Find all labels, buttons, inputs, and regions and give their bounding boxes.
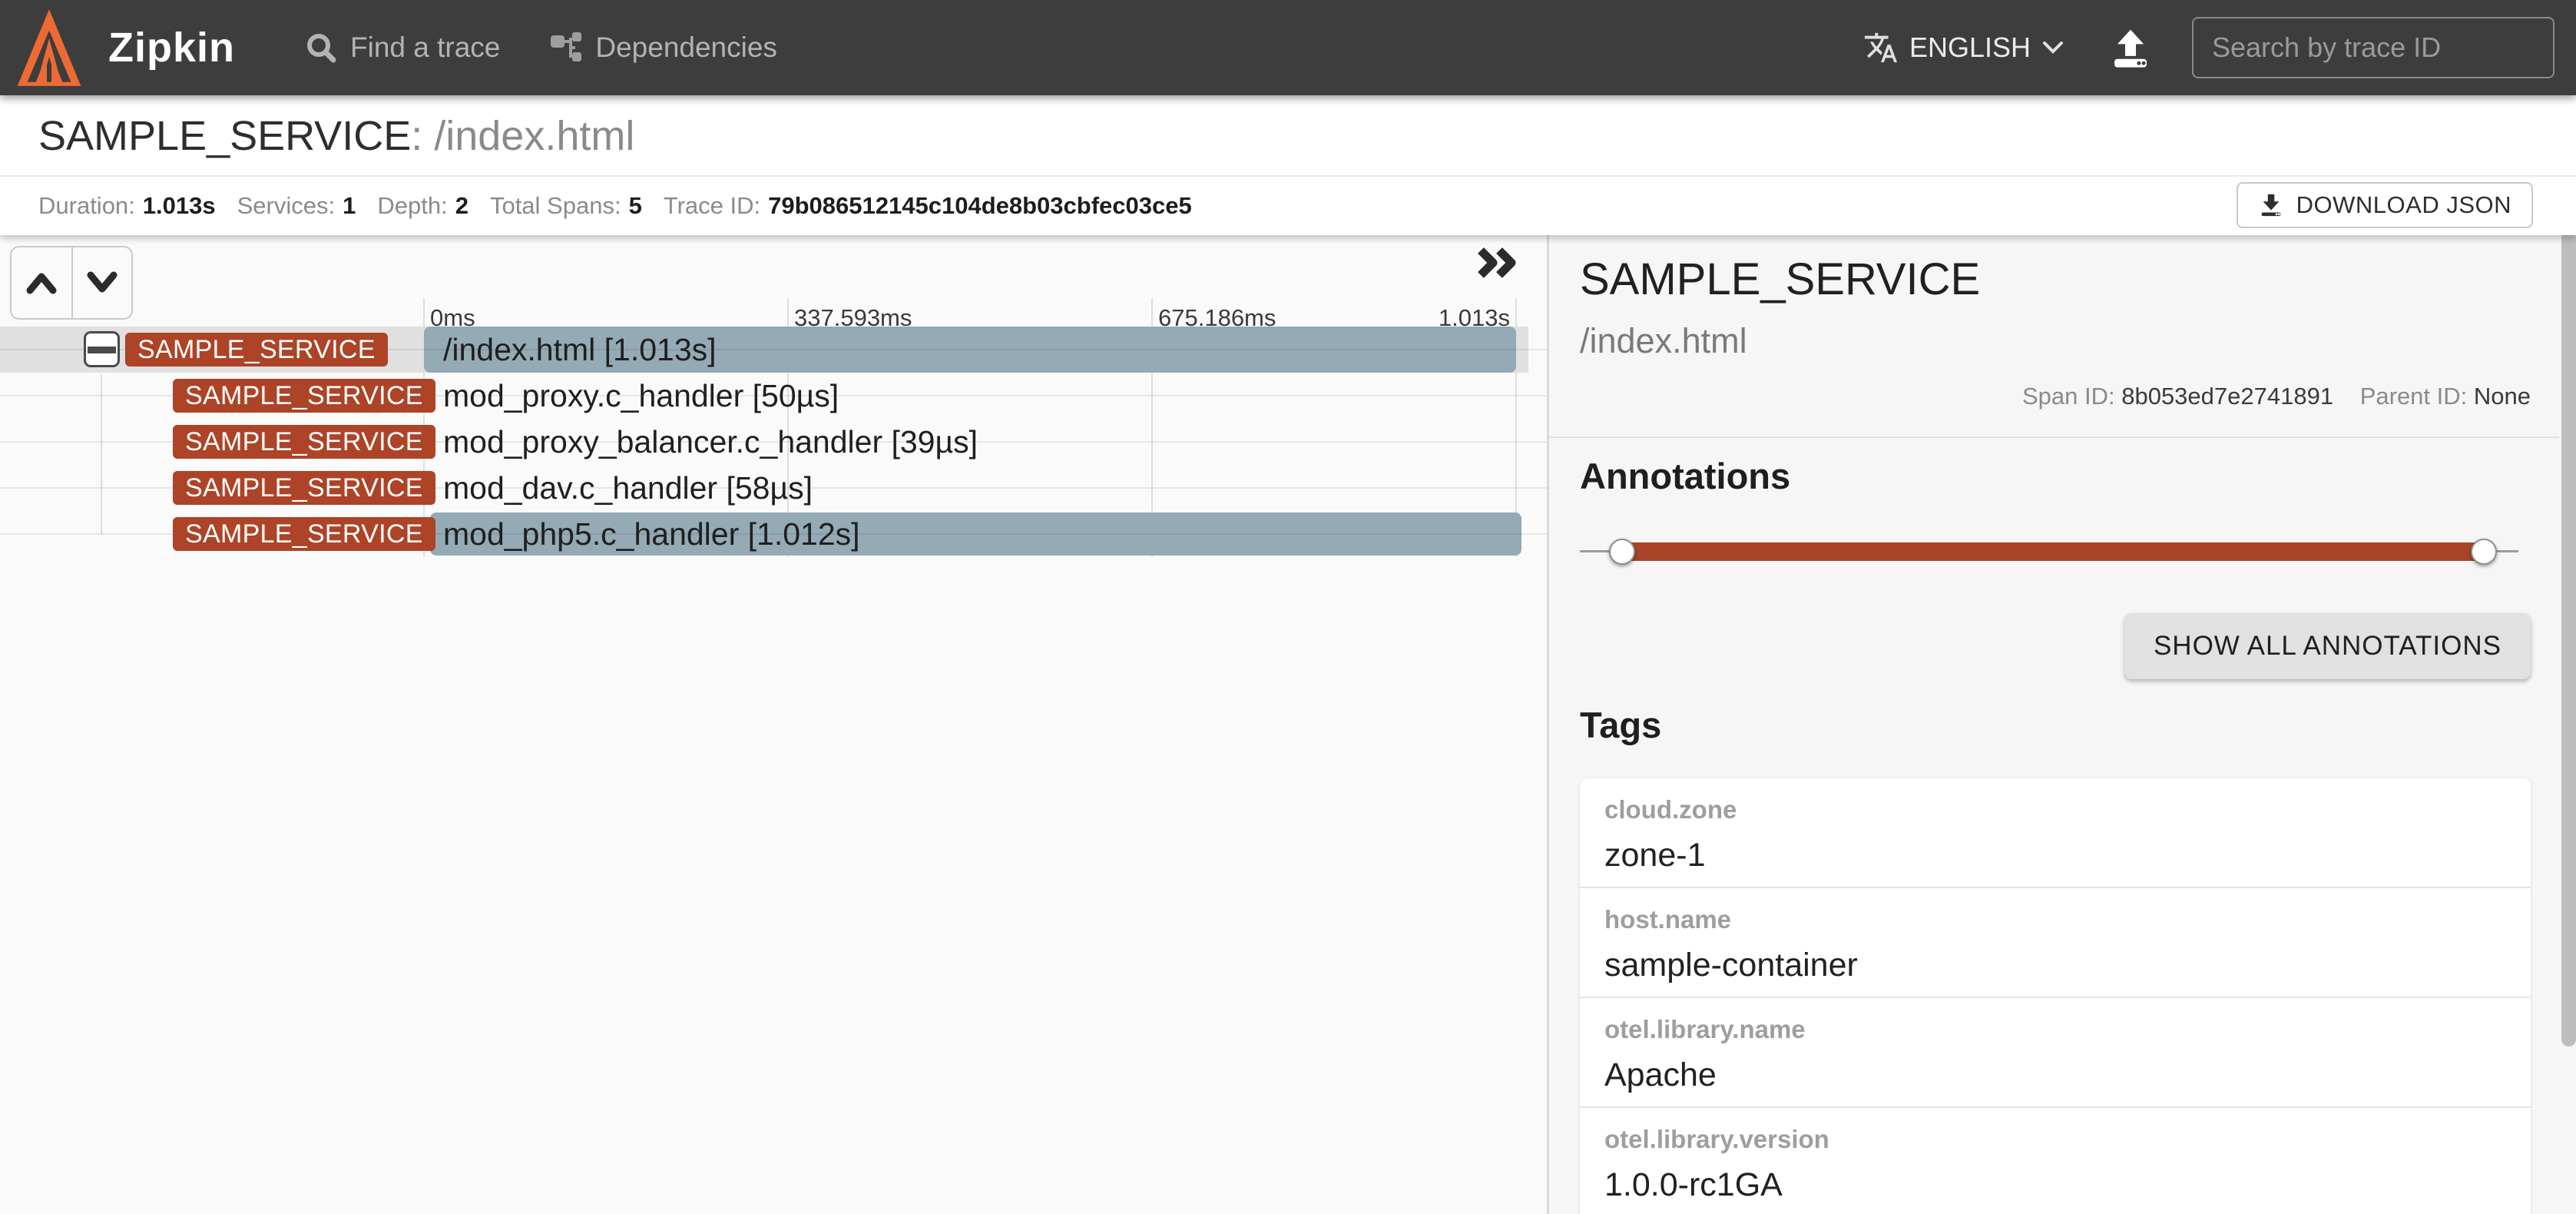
trace-stat: Total Spans: 5 [490, 192, 642, 220]
service-badge[interactable]: SAMPLE_SERVICE [173, 379, 435, 413]
tag-row: cloud.zone zone-1 [1580, 778, 2531, 888]
trace-stat: Duration: 1.013s [38, 192, 216, 220]
translate-icon [1863, 30, 1899, 65]
collapse-children-icon[interactable] [84, 331, 120, 367]
scrollbar-thumb[interactable] [2561, 231, 2576, 1046]
span-id-label: Span ID: [2022, 383, 2115, 410]
trace-title-separator: : [411, 113, 434, 159]
annotations-heading: Annotations [1580, 455, 1790, 497]
tag-key: otel.library.name [1604, 1015, 2531, 1044]
trace-stats-bar: Duration: 1.013s Services: 1 Depth: 2 Total… [0, 177, 2576, 235]
upload-icon [2109, 26, 2152, 69]
language-selector[interactable]: ENGLISH [1863, 30, 2064, 65]
stat-value: 2 [455, 192, 469, 219]
trace-title-service: SAMPLE_SERVICE [38, 113, 411, 159]
tag-row: otel.library.version 1.0.0-rc1GA [1580, 1108, 2531, 1214]
nav-find-a-trace-label: Find a trace [350, 32, 500, 64]
slider-handle-left[interactable] [1609, 539, 1635, 565]
show-all-annotations-button[interactable]: SHOW ALL ANNOTATIONS [2124, 613, 2531, 679]
span-row[interactable]: SAMPLE_SERVICEmod_php5.c_handler [1.012s… [0, 511, 1547, 557]
service-badge[interactable]: SAMPLE_SERVICE [125, 333, 388, 367]
trace-stat: Trace ID: 79b086512145c104de8b03cbfec03ce… [664, 192, 1192, 220]
download-json-label: DOWNLOAD JSON [2296, 191, 2511, 219]
trace-timeline-panel: 0ms337.593ms675.186ms1.013s SAMPLE_SERVI… [0, 231, 1547, 1214]
slider-handle-right[interactable] [2471, 539, 2497, 565]
zipkin-logo-icon [16, 8, 82, 88]
double-chevron-right-icon [1476, 247, 1519, 278]
detail-endpoint: /index.html [1580, 321, 1747, 361]
chevron-down-icon [2041, 40, 2064, 55]
stat-label: Trace ID: [664, 192, 760, 219]
trace-stat: Depth: 2 [377, 192, 469, 220]
stat-label: Depth: [377, 192, 447, 219]
span-label: mod_proxy_balancer.c_handler [39µs] [443, 424, 978, 460]
span-detail-panel: SAMPLE_SERVICE /index.html Span ID: 8b05… [1549, 231, 2576, 1214]
detail-service-name: SAMPLE_SERVICE [1580, 254, 1980, 305]
parent-id-label: Parent ID: [2360, 383, 2468, 410]
span-navigation-buttons [10, 246, 133, 320]
main-nav: Find a trace Dependencies [304, 31, 777, 65]
parent-id-value: None [2474, 383, 2531, 410]
nav-find-a-trace[interactable]: Find a trace [304, 31, 500, 65]
next-span-button[interactable] [71, 247, 131, 318]
span-label: mod_proxy.c_handler [50µs] [443, 378, 839, 414]
slider-selected-range [1622, 542, 2484, 561]
download-icon [2258, 192, 2284, 218]
annotations-range-slider [1580, 534, 2518, 569]
collapse-minus-bar [88, 347, 116, 353]
trace-title-endpoint: /index.html [434, 113, 634, 159]
span-id-line: Span ID: 8b053ed7e2741891 Parent ID: Non… [2022, 383, 2531, 410]
nav-dependencies[interactable]: Dependencies [549, 31, 777, 65]
stat-value: 1.013s [143, 192, 216, 219]
nav-dependencies-label: Dependencies [595, 32, 777, 64]
page-title: SAMPLE_SERVICE: /index.html [0, 95, 2576, 175]
language-label: ENGLISH [1909, 32, 2031, 64]
tag-value: Apache [1604, 1056, 2531, 1094]
detail-divider [1549, 436, 2576, 438]
upload-trace-button[interactable] [2109, 26, 2152, 69]
stat-value: 5 [629, 192, 642, 219]
tag-row: host.name sample-container [1580, 888, 2531, 998]
span-row[interactable]: SAMPLE_SERVICEmod_dav.c_handler [58µs] [0, 465, 1547, 511]
service-badge[interactable]: SAMPLE_SERVICE [173, 425, 435, 459]
trace-header: SAMPLE_SERVICE: /index.html Duration: 1.0… [0, 95, 2576, 235]
search-icon [304, 31, 338, 65]
dependencies-icon [549, 31, 583, 65]
stat-label: Services: [237, 192, 335, 219]
tags-heading: Tags [1580, 704, 1661, 746]
span-label: mod_php5.c_handler [1.012s] [443, 516, 860, 552]
span-row[interactable]: SAMPLE_SERVICEmod_proxy.c_handler [50µs] [0, 373, 1547, 419]
tag-value: zone-1 [1604, 837, 2531, 874]
span-label: /index.html [1.013s] [443, 332, 717, 368]
service-badge[interactable]: SAMPLE_SERVICE [173, 471, 435, 505]
tag-row: otel.library.name Apache [1580, 998, 2531, 1108]
topbar-right: ENGLISH [1863, 17, 2554, 78]
trace-stat: Services: 1 [237, 192, 356, 220]
topbar: Zipkin Find a trace Dependencies ENGLISH [0, 0, 2576, 95]
brand-title: Zipkin [108, 24, 235, 71]
stat-label: Duration: [38, 192, 135, 219]
span-row[interactable]: SAMPLE_SERVICE/index.html [1.013s] [0, 327, 1547, 373]
span-id-value: 8b053ed7e2741891 [2121, 383, 2333, 410]
stat-value: 79b086512145c104de8b03cbfec03ce5 [768, 192, 1192, 219]
previous-span-button[interactable] [12, 247, 71, 318]
service-badge[interactable]: SAMPLE_SERVICE [173, 517, 435, 551]
span-label: mod_dav.c_handler [58µs] [443, 470, 813, 506]
trace-id-search-input[interactable] [2192, 17, 2554, 78]
chevron-up-icon [24, 270, 59, 295]
stat-value: 1 [343, 192, 356, 219]
collapse-detail-button[interactable] [1476, 247, 1519, 282]
chevron-down-icon [84, 270, 120, 295]
detail-scrollbar [2559, 231, 2576, 1214]
tags-card: cloud.zone zone-1 host.name sample-conta… [1580, 778, 2531, 1214]
tag-key: host.name [1604, 905, 2531, 934]
tag-key: cloud.zone [1604, 795, 2531, 824]
tag-value: sample-container [1604, 947, 2531, 984]
download-json-button[interactable]: DOWNLOAD JSON [2237, 182, 2533, 228]
span-row[interactable]: SAMPLE_SERVICEmod_proxy_balancer.c_handl… [0, 419, 1547, 465]
main-content: 0ms337.593ms675.186ms1.013s SAMPLE_SERVI… [0, 231, 2576, 1214]
tag-key: otel.library.version [1604, 1125, 2531, 1154]
stat-label: Total Spans: [490, 192, 621, 219]
tag-value: 1.0.0-rc1GA [1604, 1166, 2531, 1204]
